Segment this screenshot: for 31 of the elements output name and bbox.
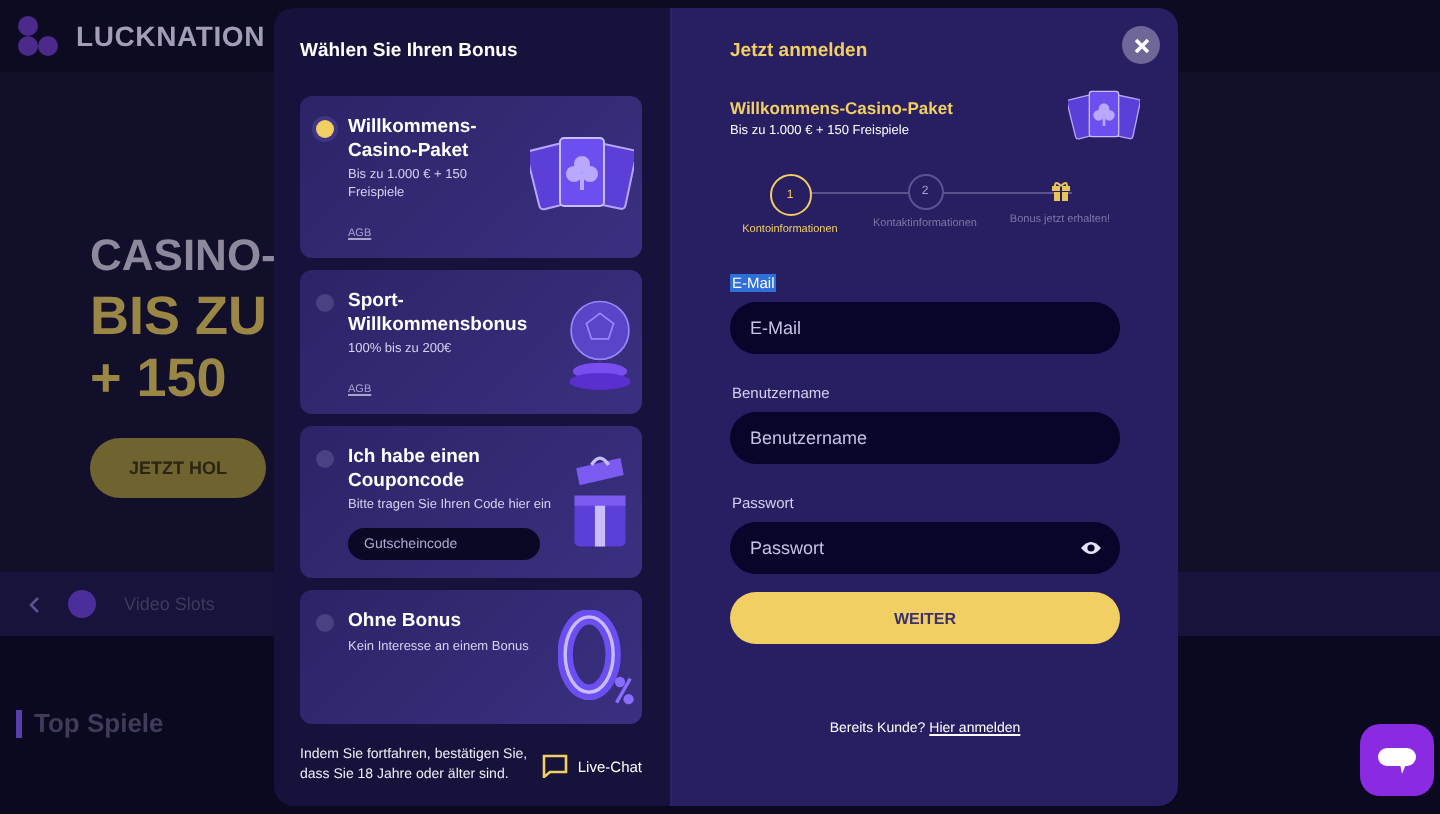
hero-headline: + 150 bbox=[90, 348, 227, 410]
radio-button[interactable] bbox=[316, 294, 334, 312]
close-button[interactable] bbox=[1122, 26, 1160, 64]
bonus-title: Willkommens-Casino-Paket bbox=[348, 116, 479, 162]
zero-percent-drawing bbox=[558, 610, 634, 706]
input-field[interactable]: Passwort bbox=[730, 522, 1120, 574]
radio-button[interactable] bbox=[316, 120, 334, 138]
football-trophy-drawing bbox=[566, 295, 634, 391]
chat-bubble-icon bbox=[1378, 747, 1416, 773]
input-field[interactable]: Benutzername bbox=[730, 412, 1120, 464]
logo-icon bbox=[16, 14, 60, 58]
bonus-title: Ich habe einen Couponcode bbox=[348, 446, 482, 492]
radio-button[interactable] bbox=[316, 450, 334, 468]
chat-bubble-icon bbox=[541, 754, 568, 778]
signup-title: Jetzt anmelden bbox=[730, 40, 870, 62]
radio-button[interactable] bbox=[316, 614, 334, 632]
panel-title: Wählen Sie Ihren Bonus bbox=[300, 40, 520, 62]
brand-logo-text: LUCKNATION bbox=[76, 20, 266, 52]
close-icon bbox=[1133, 37, 1149, 53]
section-title: Top Spiele bbox=[34, 708, 164, 738]
continue-button[interactable]: WEITER bbox=[730, 592, 1120, 644]
hero-headline: BIS ZU bbox=[90, 286, 268, 348]
bonus-title: Ohne Bonus bbox=[348, 610, 463, 633]
input-field[interactable]: E-Mail bbox=[730, 302, 1120, 354]
slot-icon bbox=[68, 590, 96, 618]
package-title: Willkommens-Casino-Paket bbox=[730, 98, 953, 118]
bonus-title: Sport-Willkommensbonus bbox=[348, 290, 530, 336]
hero-headline: CASINO- bbox=[90, 228, 276, 284]
chat-button[interactable] bbox=[1360, 724, 1434, 796]
eye-icon[interactable] bbox=[1080, 540, 1102, 556]
chevron-left-icon[interactable] bbox=[28, 595, 40, 613]
